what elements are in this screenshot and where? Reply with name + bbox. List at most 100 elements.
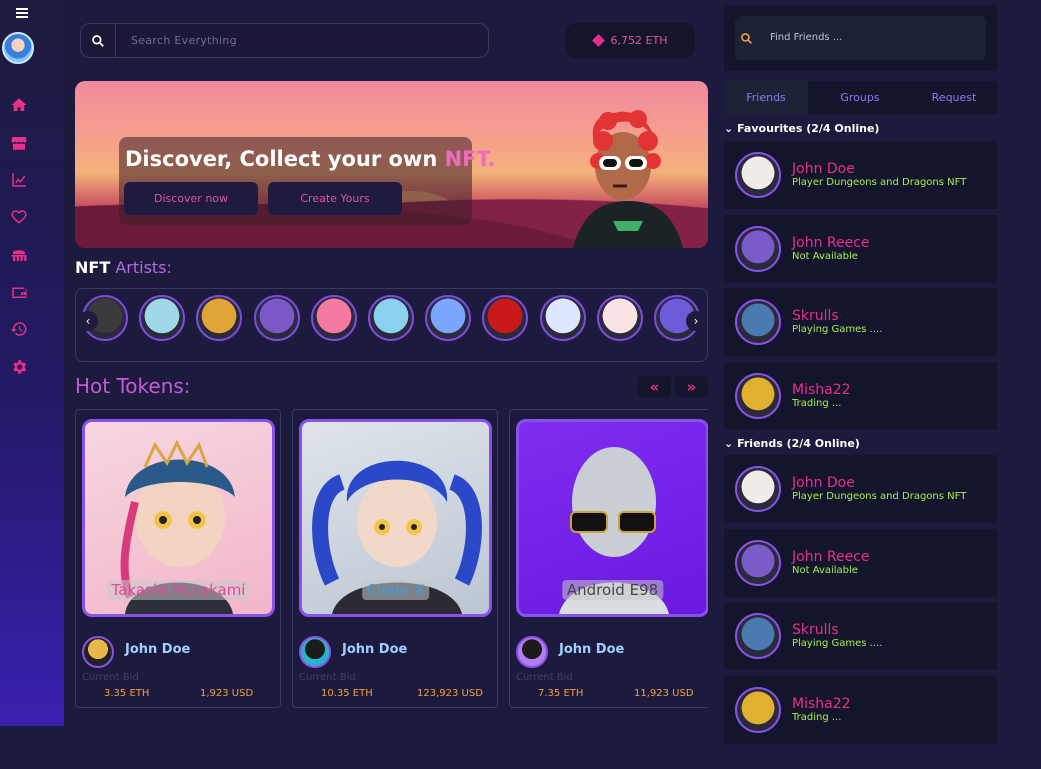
friend-item[interactable]: Skrulls Playing Games .... <box>724 288 997 356</box>
sidebar <box>0 0 64 726</box>
friend-item[interactable]: John Doe Player Dungeons and Dragons NFT <box>724 455 997 523</box>
hamburger-menu-icon[interactable] <box>16 6 32 20</box>
token-name: Android E98 <box>561 580 664 600</box>
friend-name: Skrulls <box>792 622 839 638</box>
find-friends-field[interactable]: Find Friends ... <box>735 16 986 60</box>
friend-name: John Doe <box>792 475 855 491</box>
tab-groups[interactable]: Groups <box>814 81 906 114</box>
bid-usd: 123,923 USD <box>417 688 483 699</box>
hero-character-image <box>573 110 683 248</box>
artist-avatar[interactable] <box>596 295 643 341</box>
artist-avatar[interactable] <box>139 295 186 341</box>
token-name: Clone X <box>361 580 430 600</box>
token-card[interactable]: Takashi Murakami John Doe Current Bid 3.… <box>75 409 281 708</box>
settings-icon[interactable] <box>10 358 28 376</box>
owner-avatar <box>299 636 331 668</box>
tokens-next-button[interactable]: » <box>675 376 708 397</box>
diamond-icon <box>591 34 605 47</box>
hot-tokens-title: Hot Tokens: <box>75 374 191 398</box>
search-icon <box>741 33 752 44</box>
friend-name: Misha22 <box>792 695 851 712</box>
token-image: Android E98 <box>516 419 708 617</box>
search-input[interactable]: Search Everything <box>131 34 237 47</box>
artist-avatar[interactable] <box>253 295 300 341</box>
friend-avatar <box>735 225 781 272</box>
friends-header[interactable]: ⌄ Friends (2/4 Online) <box>724 437 860 450</box>
friend-name: John Doe <box>792 161 855 177</box>
artist-avatar[interactable] <box>196 295 243 341</box>
chevron-down-icon: ⌄ <box>724 437 734 450</box>
friend-status: Not Available <box>792 564 858 576</box>
friend-item[interactable]: Skrulls Playing Games .... <box>724 602 997 670</box>
tokens-prev-button[interactable]: « <box>638 376 671 397</box>
user-avatar[interactable] <box>2 32 34 64</box>
friend-avatar <box>735 299 781 345</box>
bid-eth: 10.35 ETH <box>321 688 373 699</box>
wallet-icon[interactable] <box>10 283 28 301</box>
owner-avatar <box>82 636 114 668</box>
artist-avatar[interactable] <box>310 295 357 341</box>
friend-avatar <box>735 466 781 512</box>
artists-prev-icon[interactable]: ‹ <box>78 311 98 331</box>
collection-icon[interactable] <box>10 246 28 264</box>
hero-banner: Discover, Collect your own NFT. Discover… <box>75 81 708 248</box>
artist-avatar[interactable] <box>539 295 586 341</box>
token-image: Clone X <box>299 419 492 617</box>
artist-avatar[interactable] <box>368 295 414 341</box>
favourites-header[interactable]: ⌄ Favourites (2/4 Online) <box>724 122 879 135</box>
artists-next-icon[interactable]: › <box>686 311 706 331</box>
search-icon[interactable] <box>81 24 116 57</box>
global-search-bar[interactable]: Search Everything <box>80 23 489 58</box>
bid-eth: 7.35 ETH <box>538 688 584 699</box>
friend-status: Not Available <box>792 250 858 262</box>
friend-item[interactable]: John Doe Player Dungeons and Dragons NFT <box>724 141 997 209</box>
token-name: Takashi Murakami <box>106 580 251 600</box>
friends-search-panel: Find Friends ... <box>724 5 997 71</box>
friend-status: Trading ... <box>792 397 842 409</box>
create-yours-button[interactable]: Create Yours <box>268 182 402 215</box>
tokens-carousel: Takashi Murakami John Doe Current Bid 3.… <box>75 409 708 709</box>
friend-avatar <box>735 152 781 198</box>
chevron-down-icon: ⌄ <box>724 122 734 135</box>
artists-title: NFT Artists: <box>75 258 172 277</box>
tab-request[interactable]: Request <box>909 81 999 114</box>
find-friends-input[interactable]: Find Friends ... <box>770 32 842 43</box>
artists-carousel: ‹ › <box>75 288 708 362</box>
friend-avatar <box>735 613 781 659</box>
friend-item[interactable]: Misha22 Trading ... <box>724 361 997 430</box>
bid-usd: 11,923 USD <box>634 688 694 699</box>
eth-balance-value: 6,752 ETH <box>610 34 668 47</box>
friend-name: Misha22 <box>792 381 851 398</box>
tab-friends[interactable]: Friends <box>724 81 808 114</box>
token-card[interactable]: Clone X John Doe Current Bid 10.35 ETH 1… <box>292 409 498 708</box>
friend-item[interactable]: John Reece Not Available <box>724 214 997 283</box>
friend-item[interactable]: John Reece Not Available <box>724 528 997 597</box>
heart-icon[interactable] <box>10 208 28 226</box>
history-icon[interactable] <box>10 320 28 338</box>
current-bid-label: Current Bid <box>299 672 356 683</box>
token-card[interactable]: Android E98 John Doe Current Bid 7.35 ET… <box>509 409 708 708</box>
friend-name: John Reece <box>792 234 870 251</box>
store-icon[interactable] <box>10 134 28 152</box>
friend-avatar <box>735 372 781 419</box>
hero-title: Discover, Collect your own NFT. <box>125 147 496 171</box>
chart-icon[interactable] <box>10 171 28 189</box>
home-icon[interactable] <box>10 96 28 114</box>
current-bid-label: Current Bid <box>82 672 139 683</box>
owner-name[interactable]: John Doe <box>342 642 407 657</box>
friend-status: Playing Games .... <box>792 324 883 335</box>
discover-now-button[interactable]: Discover now <box>124 182 258 215</box>
eth-balance[interactable]: 6,752 ETH <box>566 23 695 58</box>
friend-name: John Reece <box>792 548 870 565</box>
friend-avatar <box>735 686 781 733</box>
friend-item[interactable]: Misha22 Trading ... <box>724 675 997 744</box>
bid-usd: 1,923 USD <box>200 688 254 699</box>
friend-status: Playing Games .... <box>792 638 883 649</box>
owner-name[interactable]: John Doe <box>559 642 624 657</box>
friend-avatar <box>735 539 781 586</box>
artist-avatar[interactable] <box>482 295 529 341</box>
artist-avatar[interactable] <box>425 295 472 341</box>
token-image: Takashi Murakami <box>82 419 275 617</box>
owner-name[interactable]: John Doe <box>125 642 190 657</box>
friend-status: Trading ... <box>792 711 842 723</box>
